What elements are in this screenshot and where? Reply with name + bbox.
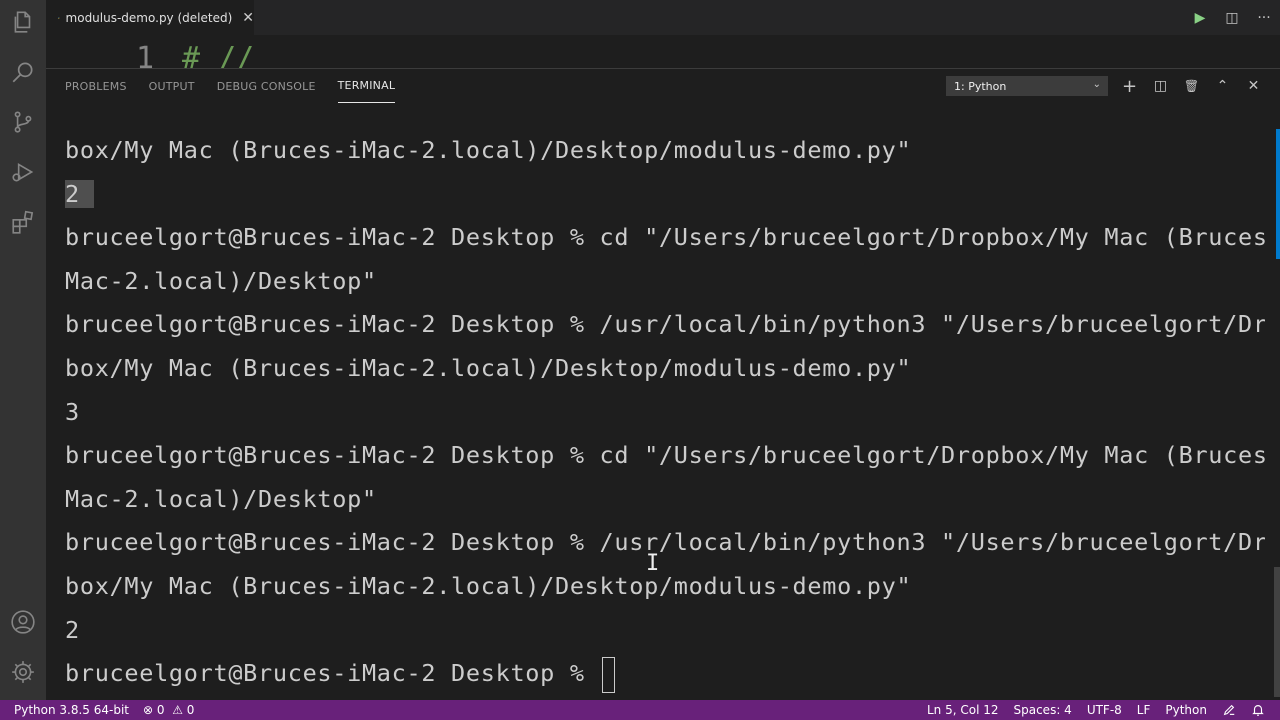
tab-terminal[interactable]: TERMINAL	[337, 69, 396, 103]
more-actions-icon[interactable]: ···	[1248, 0, 1280, 35]
terminal-selector-value: 1: Python	[954, 79, 1007, 93]
language-mode[interactable]: Python	[1165, 703, 1207, 717]
error-count: 0	[156, 703, 165, 717]
search-icon[interactable]	[9, 58, 37, 86]
terminal-line: 2	[65, 615, 80, 644]
terminal-line: box/My Mac (Bruces-iMac-2.local)/Desktop…	[65, 353, 912, 382]
file-encoding[interactable]: UTF-8	[1087, 703, 1122, 717]
code-editor[interactable]: 1 # //	[46, 35, 1280, 68]
terminal-line: Mac-2.local)/Desktop"	[65, 484, 377, 513]
editor-tab-modulus-demo[interactable]: modulus-demo.py (deleted) ✕	[46, 0, 254, 35]
maximize-panel-icon[interactable]: ⌃	[1207, 69, 1238, 103]
explorer-icon[interactable]	[9, 8, 37, 36]
selected-output: 2	[65, 179, 94, 208]
extensions-icon[interactable]	[9, 208, 37, 236]
terminal-line: bruceelgort@Bruces-iMac-2 Desktop % /usr…	[65, 310, 1265, 339]
mouse-ibeam-cursor: I	[646, 551, 660, 576]
run-python-file-icon[interactable]: ▶	[1184, 0, 1216, 35]
terminal-prompt: bruceelgort@Bruces-iMac-2 Desktop %	[65, 659, 600, 688]
editor-tab-bar: modulus-demo.py (deleted) ✕ ▶ ◫ ···	[46, 0, 1280, 35]
account-icon[interactable]	[9, 608, 37, 636]
panel-actions: + ◫ 🗑 ⌃ ✕	[1114, 69, 1269, 103]
terminal-line: Mac-2.local)/Desktop"	[65, 266, 377, 295]
feedback-icon[interactable]	[1222, 703, 1236, 717]
status-bar: Python 3.8.5 64-bit ⊗ 0 ⚠ 0 Ln 5, Col 12…	[0, 700, 1280, 720]
terminal-prompt-line[interactable]: bruceelgort@Bruces-iMac-2 Desktop %	[65, 652, 1265, 696]
terminal-line: 2	[65, 173, 1265, 217]
bottom-panel: PROBLEMS OUTPUT DEBUG CONSOLE TERMINAL 1…	[46, 68, 1280, 700]
close-tab-icon[interactable]: ✕	[242, 10, 254, 26]
terminal-line: bruceelgort@Bruces-iMac-2 Desktop % cd "…	[65, 223, 1265, 252]
terminal-line: bruceelgort@Bruces-iMac-2 Desktop % cd "…	[65, 441, 1265, 470]
tab-debug-console[interactable]: DEBUG CONSOLE	[217, 69, 316, 103]
terminal-line: 3	[65, 397, 80, 426]
warning-count: 0	[186, 703, 195, 717]
terminal-line: box/My Mac (Bruces-iMac-2.local)/Desktop…	[65, 136, 912, 164]
problems-summary[interactable]: ⊗ 0 ⚠ 0	[143, 703, 194, 717]
tab-label: modulus-demo.py (deleted)	[65, 10, 233, 25]
run-debug-icon[interactable]	[9, 158, 37, 186]
terminal-output[interactable]: box/My Mac (Bruces-iMac-2.local)/Desktop…	[65, 129, 1265, 696]
line-number: 1	[136, 41, 155, 68]
code-line[interactable]: # //	[182, 41, 254, 68]
warning-icon: ⚠	[172, 703, 183, 717]
kill-terminal-icon[interactable]: 🗑	[1176, 69, 1207, 103]
terminal-scrollbar[interactable]	[1274, 567, 1280, 697]
new-terminal-icon[interactable]: +	[1114, 69, 1145, 103]
terminal-line: box/My Mac (Bruces-iMac-2.local)/Desktop…	[65, 571, 912, 600]
settings-gear-icon[interactable]	[9, 658, 37, 686]
overview-ruler-mark	[1276, 129, 1280, 259]
notifications-bell-icon[interactable]	[1251, 703, 1265, 717]
source-control-icon[interactable]	[9, 108, 37, 136]
activity-bar	[0, 0, 46, 700]
editor-actions: ▶ ◫ ···	[1184, 0, 1280, 35]
split-terminal-icon[interactable]: ◫	[1145, 69, 1176, 103]
split-editor-icon[interactable]: ◫	[1216, 0, 1248, 35]
chevron-down-icon: ⌄	[1092, 79, 1101, 90]
panel-tabs: PROBLEMS OUTPUT DEBUG CONSOLE TERMINAL	[65, 69, 417, 103]
end-of-line[interactable]: LF	[1137, 703, 1151, 717]
close-panel-icon[interactable]: ✕	[1238, 69, 1269, 103]
tab-problems[interactable]: PROBLEMS	[65, 69, 127, 103]
cursor-position[interactable]: Ln 5, Col 12	[927, 703, 999, 717]
terminal-line: bruceelgort@Bruces-iMac-2 Desktop % /usr…	[65, 528, 1265, 557]
tab-output[interactable]: OUTPUT	[149, 69, 195, 103]
terminal-selector[interactable]: 1: Python ⌄	[946, 76, 1108, 96]
indentation[interactable]: Spaces: 4	[1014, 703, 1072, 717]
python-interpreter[interactable]: Python 3.8.5 64-bit	[14, 703, 129, 717]
status-bar-right: Ln 5, Col 12 Spaces: 4 UTF-8 LF Python	[927, 700, 1280, 720]
terminal-cursor	[601, 656, 615, 693]
error-icon: ⊗	[143, 703, 154, 717]
python-file-icon	[58, 16, 60, 19]
